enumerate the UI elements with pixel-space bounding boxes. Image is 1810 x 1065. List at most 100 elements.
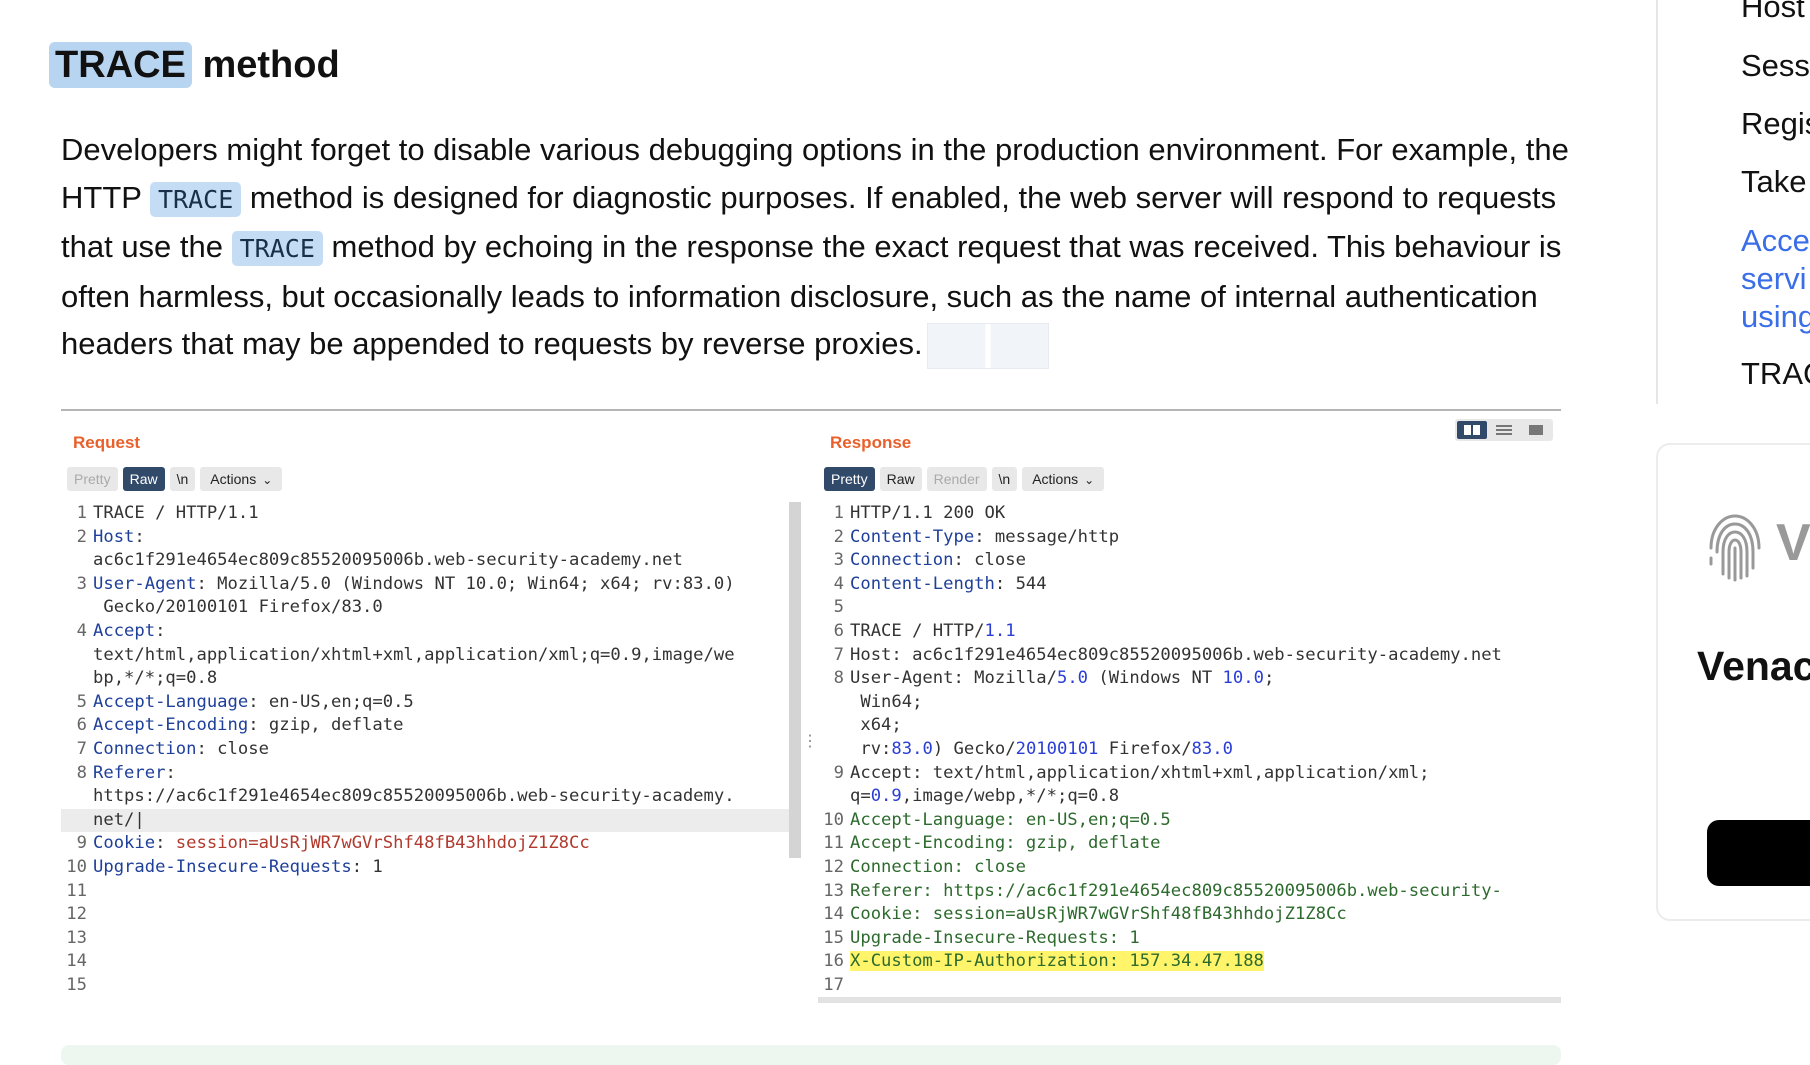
code-line: 15	[61, 974, 789, 998]
request-editor[interactable]: 1 TRACE / HTTP/1.1 2 Host: ac6c1f291e4654ec8…	[61, 502, 789, 1003]
toc-item[interactable]: TRAC	[1741, 355, 1810, 393]
line-number: 1	[833, 503, 844, 523]
line-number: 5	[76, 691, 87, 712]
number-token: 83.0	[891, 738, 933, 759]
line-number: 12	[66, 904, 87, 925]
line-text: Upgrade-Insecure-Requests: 1	[850, 927, 1140, 951]
page-title: TRACE method	[49, 42, 340, 88]
body-text: TRACE / HTTP/	[850, 620, 985, 641]
header-value: text/html,application/xhtml+xml,applicat…	[93, 644, 735, 665]
code-line: 13 Referer: https://ac6c1f291e4654ec809c8…	[818, 880, 1561, 904]
line-number: 14	[823, 904, 844, 925]
echoed-header: Connection: close	[850, 856, 1026, 877]
toc-item[interactable]: Sess	[1741, 47, 1810, 85]
body-text: q=	[850, 786, 871, 807]
code-line: bp,*/*;q=0.8	[61, 667, 789, 691]
line-number	[61, 785, 93, 809]
tab-pretty[interactable]: Pretty	[67, 467, 118, 491]
code-line: 11 Accept-Encoding: gzip, deflate	[818, 832, 1561, 856]
line-text: Accept: text/html,application/xhtml+xml,…	[850, 762, 1429, 786]
code-line: 9 Cookie: session=aUsRjWR7wGVrShf48fB43hh…	[61, 832, 789, 856]
tab-render[interactable]: Render	[926, 467, 987, 491]
toc-item[interactable]: Regis	[1741, 105, 1810, 143]
line-number: 2	[76, 526, 87, 547]
toc-link[interactable]: Acce	[1741, 222, 1810, 260]
code-line: 8 Referer:	[61, 762, 789, 786]
line-number: 8	[76, 762, 87, 783]
toc-link[interactable]: servi	[1741, 260, 1806, 298]
header-name: Referer	[93, 762, 166, 783]
code-line: net/|	[61, 808, 789, 833]
line-text: Accept-Language: en-US,en;q=0.5	[850, 809, 1171, 833]
line-number: 4	[833, 573, 844, 594]
line-number: 4	[76, 620, 87, 641]
line-text: Connection: close	[93, 738, 269, 762]
line-text: Cookie: session=aUsRjWR7wGVrShf48fB43hhd…	[850, 903, 1347, 927]
tab-pretty[interactable]: Pretty	[824, 467, 875, 491]
line-number: 15	[66, 974, 87, 995]
actions-dropdown[interactable]: Actions ⌄	[200, 467, 283, 491]
header-value: ac6c1f291e4654ec809c85520095006b.web-sec…	[93, 550, 683, 571]
line-number: 13	[823, 880, 844, 901]
line-number	[818, 738, 850, 762]
code-line: 10 Accept-Language: en-US,en;q=0.5	[818, 809, 1561, 833]
header-name: Content-Type	[850, 526, 975, 547]
line-number: 3	[833, 550, 844, 571]
toc-item[interactable]: Host	[1741, 0, 1805, 26]
line-number	[61, 809, 93, 833]
line-text: Accept-Encoding: gzip, deflate	[850, 832, 1160, 856]
header-value: : close	[196, 738, 269, 759]
header-value: : 544	[994, 573, 1047, 594]
tab-raw[interactable]: Raw	[879, 467, 922, 491]
header-value: TRACE / HTTP/1.1	[93, 503, 259, 523]
header-name: Accept-Encoding	[93, 715, 249, 736]
single-view-icon[interactable]	[1521, 421, 1551, 439]
header-name: Cookie	[93, 833, 156, 854]
code-line: 15 Upgrade-Insecure-Requests: 1	[818, 927, 1561, 951]
stacked-view-icon[interactable]	[1489, 421, 1519, 439]
pane-splitter[interactable]: ⋮	[802, 731, 818, 751]
line-text: TRACE / HTTP/1.1	[93, 502, 259, 526]
body-text: HTTP/1.1 200 OK	[850, 503, 1006, 523]
header-name: Connection	[93, 738, 197, 759]
header-value: : Mozilla/5.0 (Windows NT 10.0; Win64; x…	[196, 573, 735, 594]
code-line: 7 Connection: close	[61, 738, 789, 762]
number-token: 1.1	[984, 620, 1016, 641]
code-line: 2 Host:	[61, 526, 789, 550]
response-h-scrollbar[interactable]	[818, 997, 1561, 1003]
code-line: 4 Content-Length: 544	[818, 573, 1561, 597]
echoed-header: Accept-Language: en-US,en;q=0.5	[850, 809, 1171, 830]
request-scrollbar[interactable]	[789, 502, 801, 858]
line-text: q=0.9,image/webp,*/*;q=0.8	[850, 785, 1119, 809]
line-number: 12	[823, 856, 844, 877]
ad-brand: Venac	[1697, 643, 1810, 689]
tab-newline[interactable]: \n	[169, 467, 196, 491]
header-value: : gzip, deflate	[248, 715, 404, 736]
response-editor[interactable]: 1 HTTP/1.1 200 OK 2 Content-Type: message/h…	[818, 502, 1561, 1003]
line-text: Connection: close	[850, 856, 1026, 880]
code-line: 5 Accept-Language: en-US,en;q=0.5	[61, 691, 789, 715]
ad-cta-button[interactable]	[1707, 820, 1810, 886]
image-thumbnail[interactable]	[926, 322, 1049, 369]
code-trace-1: TRACE	[150, 181, 242, 217]
line-number: 5	[833, 597, 844, 618]
line-text: Accept-Encoding: gzip, deflate	[93, 714, 403, 738]
line-number: 7	[833, 644, 844, 665]
echoed-header: Referer: https://ac6c1f291e4654ec809c855…	[850, 880, 1502, 901]
toc-link[interactable]: using	[1741, 298, 1810, 336]
split-view-icon[interactable]	[1457, 421, 1487, 439]
code-line: 12	[61, 903, 789, 927]
number-token: 0.9	[870, 786, 902, 807]
toc-item[interactable]: Take	[1741, 163, 1806, 201]
header-name: Upgrade-Insecure-Requests	[93, 856, 352, 877]
code-line: ac6c1f291e4654ec809c85520095006b.web-sec…	[61, 549, 789, 573]
actions-dropdown[interactable]: Actions ⌄	[1022, 467, 1105, 491]
line-number	[61, 596, 93, 620]
tab-newline[interactable]: \n	[991, 467, 1018, 491]
chevron-down-icon: ⌄	[1084, 473, 1095, 487]
header-name: User-Agent	[93, 573, 197, 594]
tab-raw[interactable]: Raw	[122, 467, 165, 491]
code-line: 3 Connection: close	[818, 549, 1561, 573]
line-text: text/html,application/xhtml+xml,applicat…	[93, 644, 735, 668]
highlighted-header: X-Custom-IP-Authorization: 157.34.47.188	[850, 951, 1264, 972]
